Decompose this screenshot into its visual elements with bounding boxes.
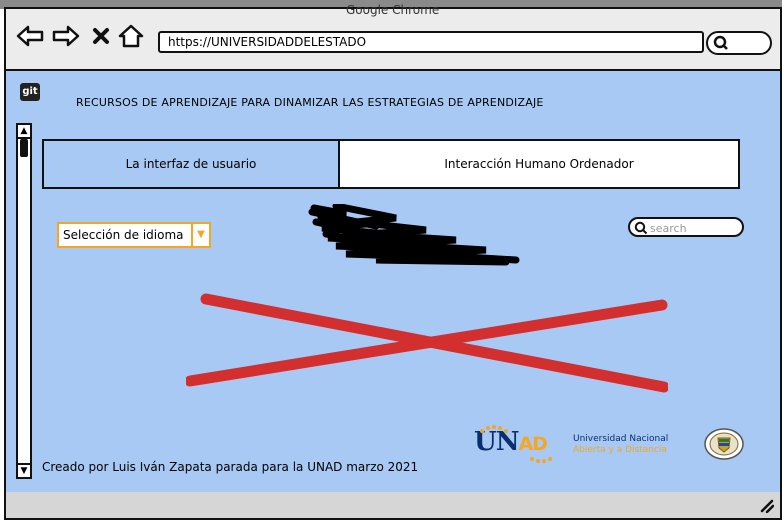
search-icon [634,220,648,239]
scroll-up-icon[interactable]: ▲ [18,125,30,139]
language-select-value: Selección de idioma [63,228,184,242]
unad-dots-icon [480,425,552,463]
git-logo: git [20,83,40,101]
home-icon[interactable] [118,24,144,52]
window-title: Google Chrome [346,3,440,17]
tab-interfaz-de-usuario[interactable]: La interfaz de usuario [44,141,340,187]
footer-credit: Creado por Luis Iván Zapata parada para … [42,460,419,474]
vertical-scrollbar[interactable]: ▲ ▼ [16,123,32,479]
unad-logo: UNAD Universidad Nacional Abierta y a Di… [474,425,690,465]
chevron-down-icon[interactable]: ▼ [191,224,209,246]
placeholder-x-icon [184,293,670,399]
unad-name-line1: Universidad Nacional [573,434,669,444]
browser-chrome: Google Chrome https://UNIVERSIDADDELESTA… [4,3,782,71]
tab-bar: La interfaz de usuario Interacción Human… [42,139,740,189]
arrow-left-icon[interactable] [16,25,44,51]
status-bar [4,492,782,520]
url-bar[interactable]: https://UNIVERSIDADDELESTADO [158,31,704,53]
redacted-scribble-icon [306,202,522,270]
arrow-right-icon[interactable] [52,25,80,51]
close-icon[interactable] [92,27,110,49]
page-viewport: git RECURSOS DE APRENDIZAJE PARA DINAMIZ… [4,69,782,494]
tab-interaccion-humano-ordenador[interactable]: Interacción Humano Ordenador [340,141,738,187]
browser-search-field[interactable] [706,31,772,55]
scroll-thumb[interactable] [20,139,28,157]
language-select[interactable]: Selección de idioma ▼ [57,222,211,248]
browser-window: Google Chrome https://UNIVERSIDADDELESTA… [0,0,782,522]
scroll-down-icon[interactable]: ▼ [18,463,30,477]
search-icon [713,35,729,55]
page-title: RECURSOS DE APRENDIZAJE PARA DINAMIZAR L… [76,96,544,109]
unad-name-line2: Abierta y a Distancia [573,445,667,455]
colombia-seal-icon [704,428,744,460]
resize-handle-icon[interactable] [758,498,775,517]
